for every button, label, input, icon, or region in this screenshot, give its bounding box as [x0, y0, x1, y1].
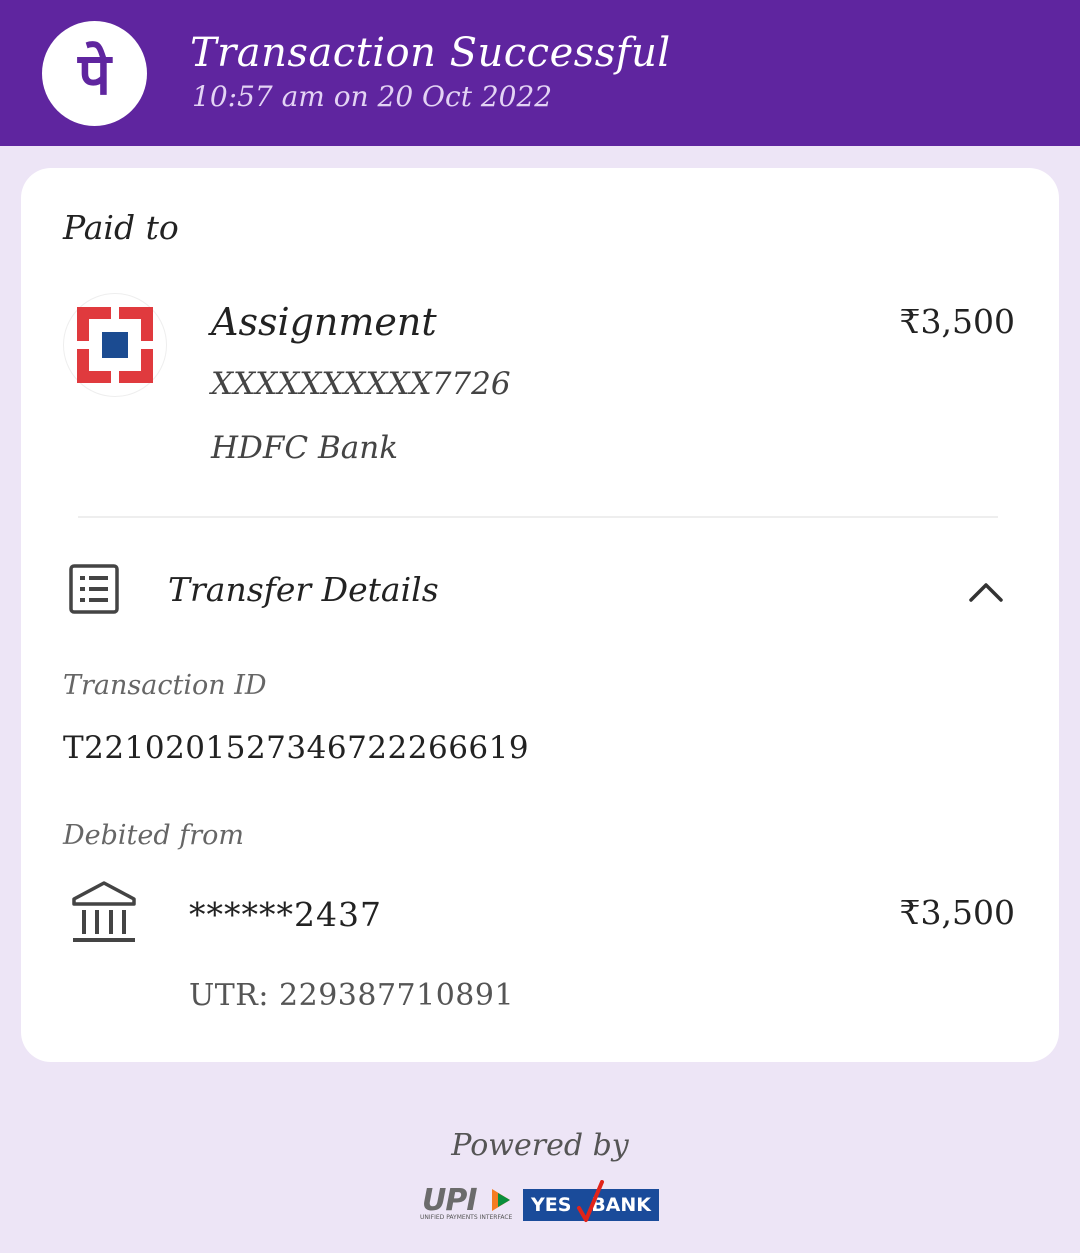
- powered-by-label: Powered by: [451, 1128, 629, 1163]
- paid-to-label: Paid to: [63, 208, 179, 247]
- transfer-details-title[interactable]: Transfer Details: [168, 570, 439, 609]
- transaction-status-title: Transaction Successful: [190, 30, 671, 76]
- debit-account-number: ******2437: [189, 895, 382, 934]
- yes-bank-logo-left: YES: [531, 1194, 572, 1216]
- upi-logo: UPI UNIFIED PAYMENTS INTERFACE: [418, 1183, 516, 1225]
- section-divider: [78, 516, 998, 518]
- debit-amount: ₹3,500: [899, 893, 1015, 932]
- transaction-timestamp: 10:57 am on 20 Oct 2022: [192, 80, 553, 113]
- upi-logo-subtext: UNIFIED PAYMENTS INTERFACE: [420, 1214, 513, 1221]
- yes-bank-tick-icon: [577, 1180, 604, 1222]
- transaction-card: Paid to Assignment XXXXXXXXXX7726 HDFC B…: [21, 168, 1059, 1062]
- bank-building-icon: [71, 880, 137, 946]
- upi-logo-text: UPI: [422, 1183, 478, 1218]
- payee-bank-name: HDFC Bank: [211, 430, 398, 466]
- phonepe-logo: पे: [42, 21, 147, 126]
- app-header: पे Transaction Successful 10:57 am on 20…: [0, 0, 1080, 146]
- chevron-up-icon[interactable]: [966, 576, 1006, 606]
- transaction-id-value[interactable]: T2210201527346722266619: [63, 730, 529, 766]
- utr-number[interactable]: UTR: 229387710891: [189, 978, 514, 1013]
- payee-name: Assignment: [211, 300, 437, 344]
- paid-amount: ₹3,500: [899, 302, 1015, 341]
- phonepe-logo-glyph: पे: [78, 39, 111, 108]
- debited-from-label: Debited from: [63, 820, 244, 851]
- yes-bank-logo: YES BANK: [523, 1180, 659, 1222]
- hdfc-bank-logo-icon: [63, 293, 167, 397]
- payee-account-number: XXXXXXXXXX7726: [211, 366, 511, 402]
- transaction-id-label: Transaction ID: [63, 670, 267, 701]
- receipt-list-icon: [69, 564, 119, 614]
